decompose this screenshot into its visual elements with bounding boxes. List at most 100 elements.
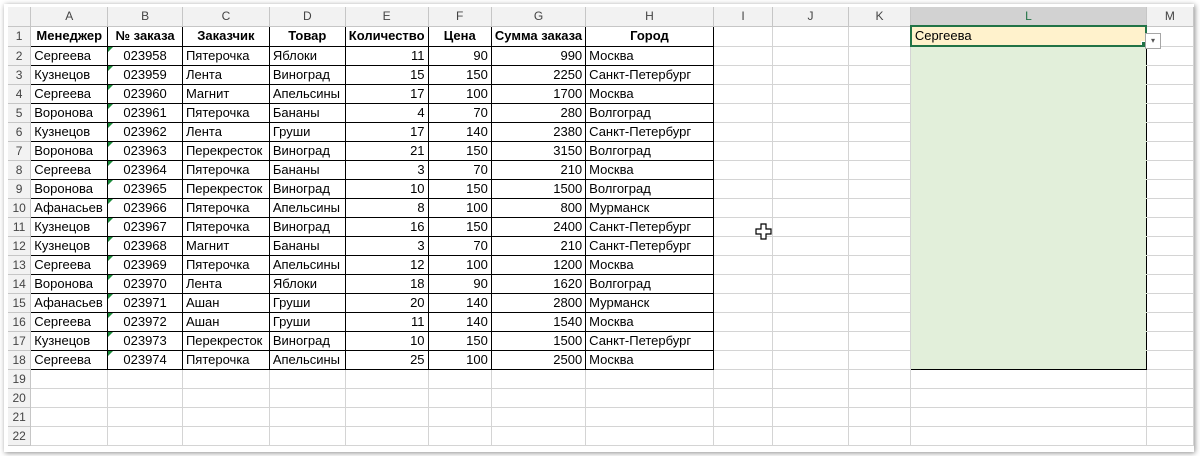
cell-c14[interactable]: Лента xyxy=(181,273,270,294)
cell-m20[interactable] xyxy=(1145,387,1194,408)
cell-d7[interactable]: Виноград xyxy=(268,140,346,161)
cell-d6[interactable]: Груши xyxy=(268,121,346,142)
cell-b6[interactable]: 023962 xyxy=(107,121,183,142)
cell-b12[interactable]: 023968 xyxy=(107,235,183,256)
cell-k18[interactable] xyxy=(847,349,912,370)
cell-i7[interactable] xyxy=(712,140,774,161)
cell-m8[interactable] xyxy=(1145,159,1194,180)
cell-i19[interactable] xyxy=(712,368,774,389)
cell-g22[interactable] xyxy=(490,425,587,446)
cell-h7[interactable]: Волгоград xyxy=(585,140,714,161)
cell-d18[interactable]: Апельсины xyxy=(268,349,346,370)
cell-g16[interactable]: 1540 xyxy=(490,311,587,332)
cell-d21[interactable] xyxy=(268,406,346,427)
cell-i8[interactable] xyxy=(712,159,774,180)
cell-a17[interactable]: Кузнецов xyxy=(30,330,109,351)
row-header-16[interactable]: 16 xyxy=(8,311,32,332)
cell-i16[interactable] xyxy=(712,311,774,332)
column-header-f[interactable]: F xyxy=(427,7,492,27)
cell-c19[interactable] xyxy=(181,368,270,389)
table-header-a[interactable]: Менеджер xyxy=(30,25,109,47)
cell-f18[interactable]: 100 xyxy=(427,349,492,370)
cell-f10[interactable]: 100 xyxy=(427,197,492,218)
cell-h15[interactable]: Мурманск xyxy=(585,292,714,313)
cell-b11[interactable]: 023967 xyxy=(107,216,183,237)
cell-b15[interactable]: 023971 xyxy=(107,292,183,313)
cell-i5[interactable] xyxy=(712,102,774,123)
row-header-22[interactable]: 22 xyxy=(8,425,32,446)
row-header-13[interactable]: 13 xyxy=(8,254,32,275)
cell-m6[interactable] xyxy=(1145,121,1194,142)
cell-i18[interactable] xyxy=(712,349,774,370)
cell-c3[interactable]: Лента xyxy=(181,64,270,85)
cell-d3[interactable]: Виноград xyxy=(268,64,346,85)
column-header-d[interactable]: D xyxy=(268,7,346,27)
highlighted-range-cell[interactable] xyxy=(910,121,1147,142)
cell-a16[interactable]: Сергеева xyxy=(30,311,109,332)
cell-a3[interactable]: Кузнецов xyxy=(30,64,109,85)
dropdown-arrow-icon[interactable]: ▾ xyxy=(1145,33,1161,49)
cell-i10[interactable] xyxy=(712,197,774,218)
cell-i14[interactable] xyxy=(712,273,774,294)
cell-i17[interactable] xyxy=(712,330,774,351)
cell-f11[interactable]: 150 xyxy=(427,216,492,237)
cell-m11[interactable] xyxy=(1145,216,1194,237)
row-header-20[interactable]: 20 xyxy=(8,387,32,408)
cell-c8[interactable]: Пятерочка xyxy=(181,159,270,180)
cell-j2[interactable] xyxy=(772,45,849,66)
cell-j13[interactable] xyxy=(772,254,849,275)
cell-e13[interactable]: 12 xyxy=(344,254,429,275)
cell-m7[interactable] xyxy=(1145,140,1194,161)
cell-k12[interactable] xyxy=(847,235,912,256)
cell-c13[interactable]: Пятерочка xyxy=(181,254,270,275)
cell-k17[interactable] xyxy=(847,330,912,351)
cell-j4[interactable] xyxy=(772,83,849,104)
cell-g19[interactable] xyxy=(490,368,587,389)
cell-f17[interactable]: 150 xyxy=(427,330,492,351)
cell-h14[interactable]: Волгоград xyxy=(585,273,714,294)
cell-e7[interactable]: 21 xyxy=(344,140,429,161)
cell-a22[interactable] xyxy=(30,425,109,446)
cell-j11[interactable] xyxy=(772,216,849,237)
highlighted-range-cell[interactable] xyxy=(910,311,1147,332)
row-header-4[interactable]: 4 xyxy=(8,83,32,104)
cell-i20[interactable] xyxy=(712,387,774,408)
cell-i4[interactable] xyxy=(712,83,774,104)
cell-h22[interactable] xyxy=(585,425,714,446)
cell-d16[interactable]: Груши xyxy=(268,311,346,332)
cell-e12[interactable]: 3 xyxy=(344,235,429,256)
cell-g6[interactable]: 2380 xyxy=(490,121,587,142)
cell-b7[interactable]: 023963 xyxy=(107,140,183,161)
cell-j21[interactable] xyxy=(772,406,849,427)
cell-e9[interactable]: 10 xyxy=(344,178,429,199)
cell-c16[interactable]: Ашан xyxy=(181,311,270,332)
cell-h21[interactable] xyxy=(585,406,714,427)
cell-c20[interactable] xyxy=(181,387,270,408)
column-header-j[interactable]: J xyxy=(772,7,849,27)
cell-j7[interactable] xyxy=(772,140,849,161)
cell-f15[interactable]: 140 xyxy=(427,292,492,313)
cell-a20[interactable] xyxy=(30,387,109,408)
cell-k20[interactable] xyxy=(847,387,912,408)
cell-g4[interactable]: 1700 xyxy=(490,83,587,104)
row-header-2[interactable]: 2 xyxy=(8,45,32,66)
cell-e20[interactable] xyxy=(344,387,429,408)
cell-f13[interactable]: 100 xyxy=(427,254,492,275)
row-header-10[interactable]: 10 xyxy=(8,197,32,218)
row-header-17[interactable]: 17 xyxy=(8,330,32,351)
row-header-14[interactable]: 14 xyxy=(8,273,32,294)
cell-f21[interactable] xyxy=(427,406,492,427)
cell-e6[interactable]: 17 xyxy=(344,121,429,142)
cell-k4[interactable] xyxy=(847,83,912,104)
cell-h9[interactable]: Волгоград xyxy=(585,178,714,199)
cell-j1[interactable] xyxy=(772,25,849,47)
highlighted-range-cell[interactable] xyxy=(910,45,1147,66)
row-header-15[interactable]: 15 xyxy=(8,292,32,313)
cell-f6[interactable]: 140 xyxy=(427,121,492,142)
cell-a7[interactable]: Воронова xyxy=(30,140,109,161)
highlighted-range-cell[interactable] xyxy=(910,140,1147,161)
cell-a6[interactable]: Кузнецов xyxy=(30,121,109,142)
cell-i6[interactable] xyxy=(712,121,774,142)
cell-g17[interactable]: 1500 xyxy=(490,330,587,351)
cell-g2[interactable]: 990 xyxy=(490,45,587,66)
